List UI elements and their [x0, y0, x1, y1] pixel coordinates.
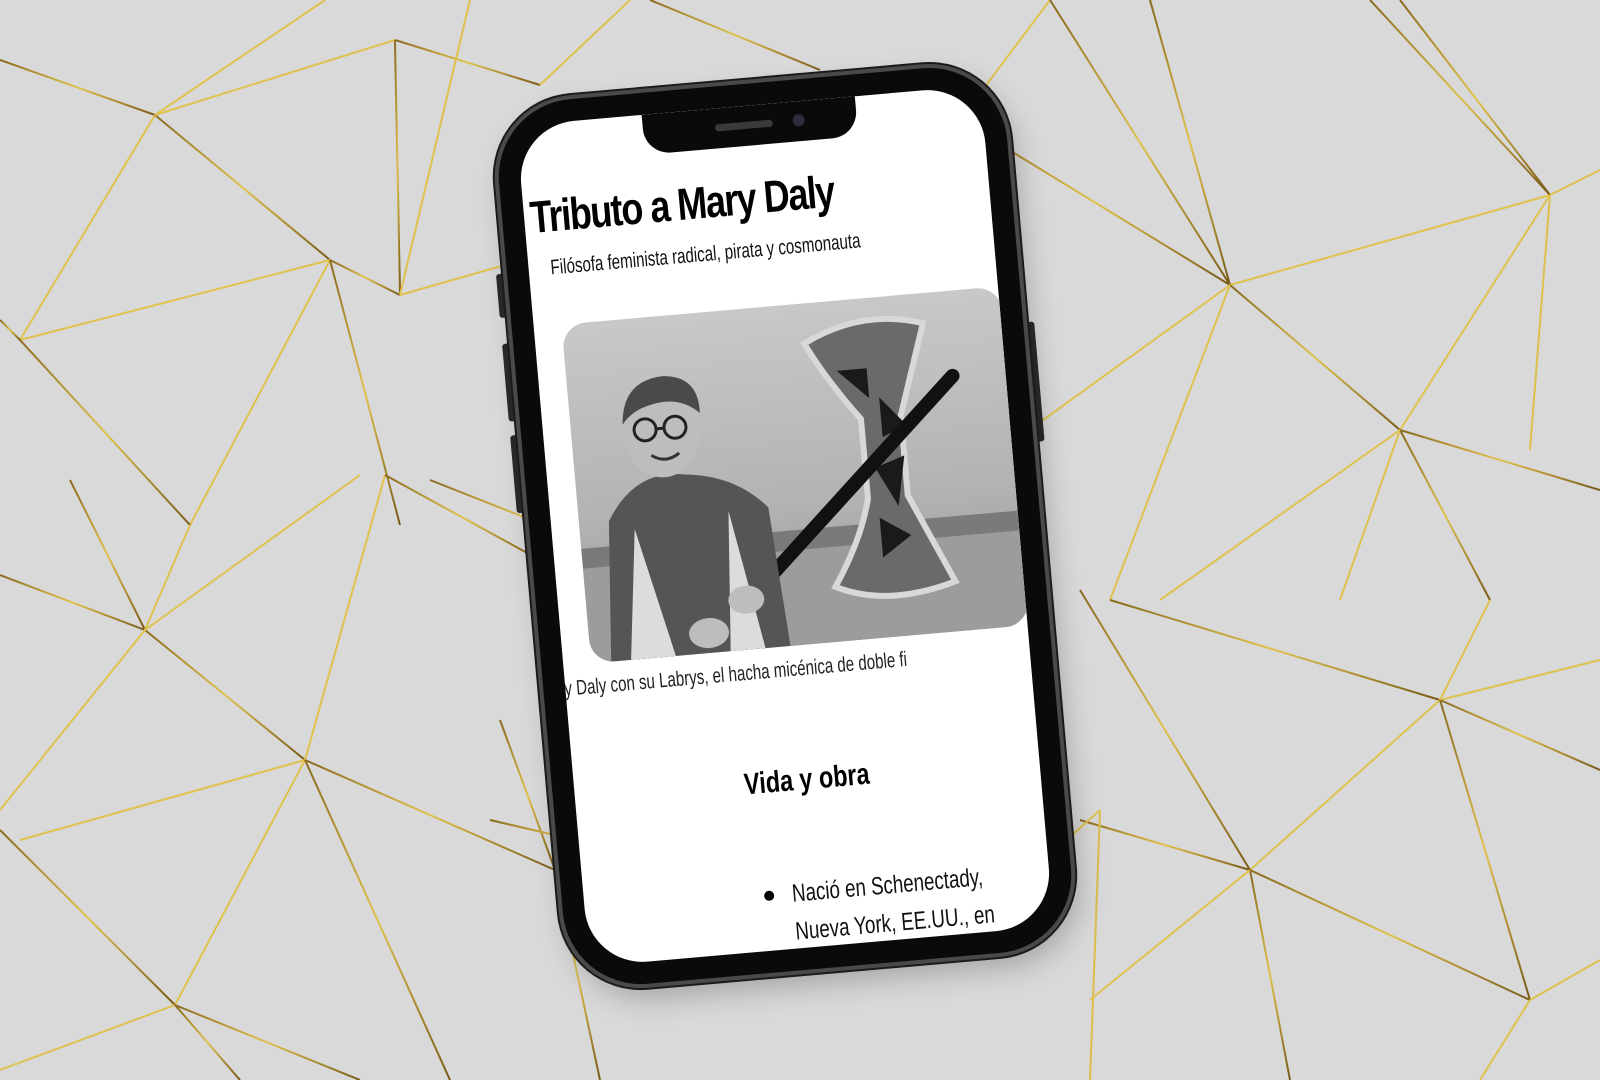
tribute-webpage: Tributo a Mary Daly Filósofa feminista r… [516, 85, 1054, 966]
phone-mockup: Tributo a Mary Daly Filósofa feminista r… [492, 61, 1078, 991]
section-heading: Vida y obra [574, 743, 1041, 817]
phone-screen: Tributo a Mary Daly Filósofa feminista r… [516, 85, 1054, 967]
bullet-icon [763, 890, 775, 902]
speaker-grille [714, 119, 774, 132]
page-subtitle: Filósofa feminista radical, pirata y cos… [549, 229, 862, 280]
page-title: Tributo a Mary Daly [527, 165, 836, 243]
section-heading-text: Vida y obra [743, 757, 872, 802]
front-camera-icon [792, 113, 806, 127]
mary-daly-photo [561, 286, 1030, 664]
